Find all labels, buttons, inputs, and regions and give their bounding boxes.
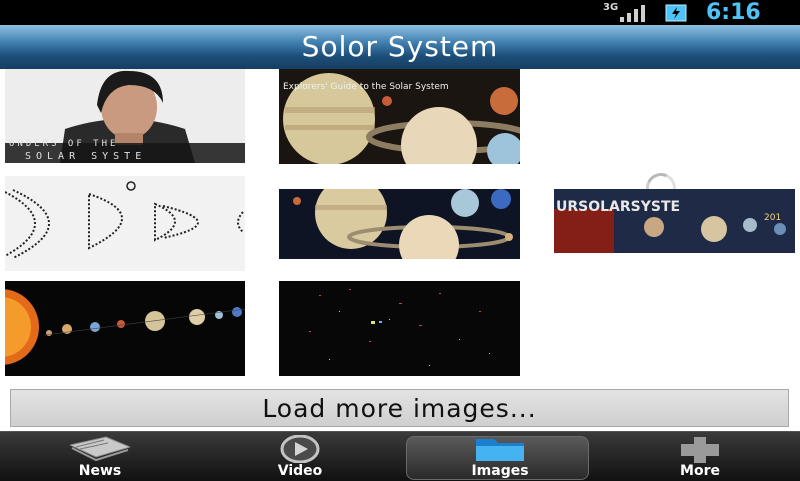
load-more-button[interactable]: Load more images...: [10, 389, 789, 427]
tab-news[interactable]: News: [0, 432, 200, 481]
tab-more[interactable]: More: [600, 432, 800, 481]
battery-charging-icon: [665, 4, 687, 22]
tab-video[interactable]: Video: [200, 432, 400, 481]
tab-label: News: [78, 463, 122, 479]
thumbnail-caption: ONDERS OF THE: [9, 139, 119, 149]
tab-label: Video: [277, 463, 323, 479]
signal-icon: [620, 5, 645, 22]
thumbnail-subtitle: 201: [764, 213, 782, 223]
folder-icon: [476, 439, 524, 461]
star-field-image: [279, 281, 520, 376]
thumbnail-caption: Explorers' Guide to the Solar System: [283, 82, 449, 92]
page-title: Solor System: [301, 30, 499, 63]
image-thumbnail[interactable]: [5, 281, 245, 376]
image-thumbnail[interactable]: Explorers' Guide to the Solar System: [279, 69, 520, 164]
image-thumbnail[interactable]: URSOLARSYSTE 201: [554, 189, 795, 253]
plus-icon: [681, 437, 719, 463]
tab-label: More: [680, 463, 720, 479]
video-icon: [280, 435, 320, 463]
thumbnail-headline: URSOLARSYSTE: [556, 199, 681, 215]
thumbnail-caption: SOLAR SYSTE: [25, 151, 147, 162]
orbit-sketch-image: [5, 176, 245, 271]
image-thumbnail[interactable]: [279, 189, 520, 259]
status-bar: 3G 6:16: [0, 0, 800, 25]
network-type: 3G: [603, 2, 619, 13]
news-icon: [70, 436, 130, 462]
title-bar: Solor System: [0, 25, 800, 69]
planets-montage-image: [279, 189, 520, 259]
tab-images[interactable]: Images: [400, 432, 600, 481]
image-thumbnail[interactable]: ONDERS OF THE SOLAR SYSTE: [5, 69, 245, 163]
clock: 6:16: [706, 0, 761, 25]
image-thumbnail[interactable]: [5, 176, 245, 271]
sun-planets-image: [5, 281, 245, 376]
tab-label: Images: [471, 463, 529, 479]
bottom-tab-bar: News Video Images More: [0, 431, 800, 481]
image-grid: ONDERS OF THE SOLAR SYSTE Explorers' Gui…: [0, 69, 800, 385]
image-thumbnail[interactable]: [279, 281, 520, 376]
